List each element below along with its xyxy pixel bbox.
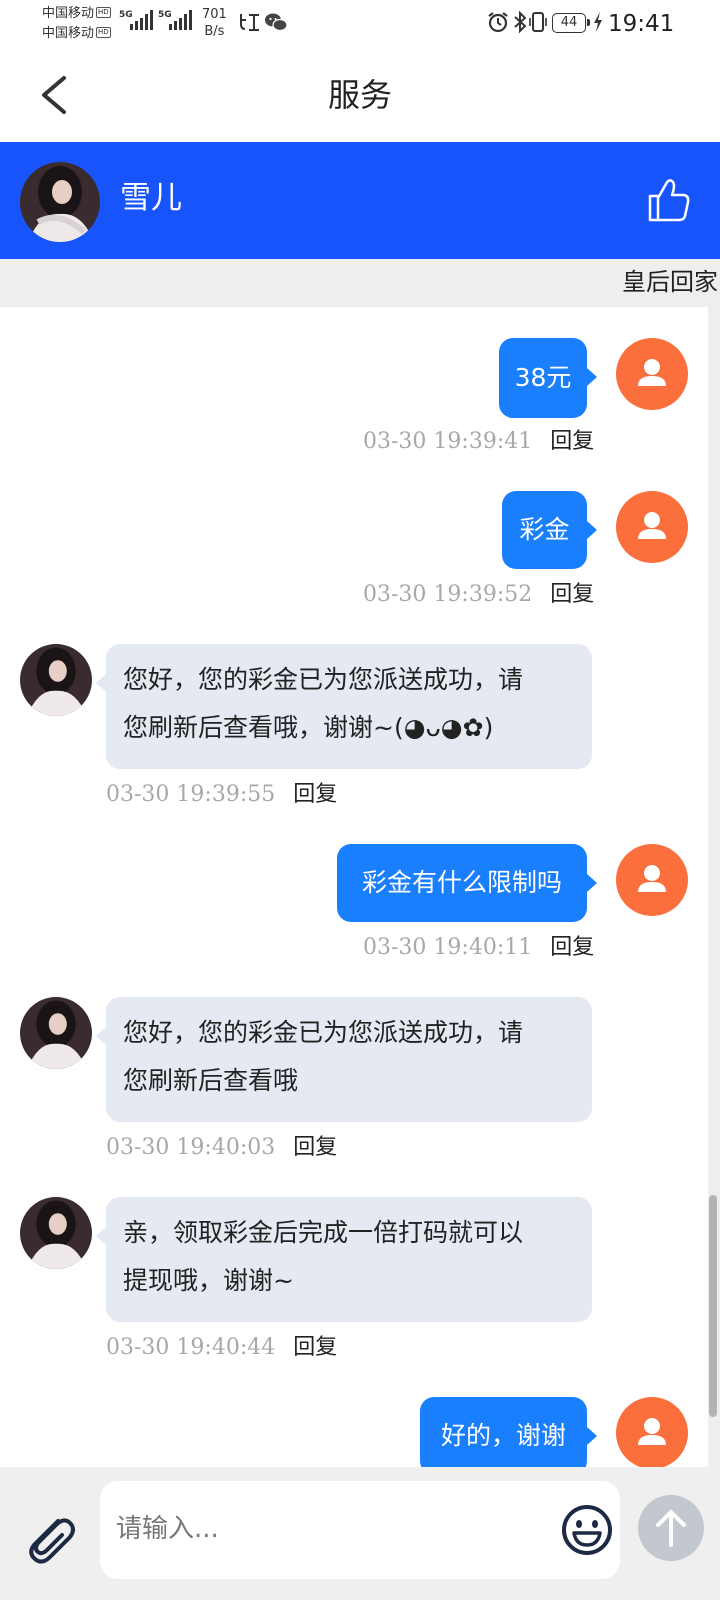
message-meta: 03-30 19:39:41 回复 bbox=[363, 427, 594, 457]
agent-avatar[interactable] bbox=[20, 644, 92, 716]
message-input[interactable] bbox=[116, 1505, 536, 1553]
message-meta: 03-30 19:39:55 回复 bbox=[106, 780, 337, 810]
reply-link[interactable]: 回复 bbox=[293, 782, 337, 807]
charging-icon bbox=[594, 12, 602, 32]
hd-badge: HD bbox=[96, 27, 111, 38]
page-title: 服务 bbox=[327, 76, 392, 114]
person-icon bbox=[638, 512, 666, 539]
arrow-up-icon bbox=[656, 1510, 686, 1547]
agent-name: 雪儿 bbox=[120, 180, 182, 216]
smiley-icon[interactable] bbox=[560, 1503, 614, 1557]
person-icon bbox=[638, 359, 666, 386]
agent-avatar[interactable] bbox=[20, 1197, 92, 1269]
agent-message-bubble[interactable]: 亲，领取彩金后完成一倍打码就可以 提现哦，谢谢~ bbox=[96, 1197, 592, 1322]
agent-message-bubble[interactable]: 您好，您的彩金已为您派送成功，请 您刷新后查看哦，谢谢~(◕ᴗ◕✿) bbox=[96, 644, 592, 769]
agent-avatar[interactable] bbox=[20, 162, 100, 242]
message-text-line: 您刷新后查看哦，谢谢~(◕ᴗ◕✿) bbox=[123, 713, 494, 742]
user-avatar[interactable] bbox=[616, 1397, 688, 1467]
carrier-2-label: 中国移动 bbox=[42, 26, 95, 41]
user-avatar[interactable] bbox=[616, 491, 688, 563]
message-text-line: 提现哦，谢谢~ bbox=[123, 1266, 294, 1295]
network-speed: 701 B/s bbox=[202, 6, 227, 40]
agent-header: 雪儿 bbox=[0, 142, 720, 259]
carrier-1-label: 中国移动 bbox=[42, 6, 95, 21]
agent-avatar[interactable] bbox=[20, 997, 92, 1069]
agent-message-bubble[interactable]: 您好，您的彩金已为您派送成功，请 您刷新后查看哦 bbox=[96, 997, 592, 1122]
message-meta: 03-30 19:39:52 回复 bbox=[363, 580, 594, 610]
message-text-line: 您好，您的彩金已为您派送成功，请 bbox=[123, 665, 524, 694]
paperclip-icon[interactable] bbox=[20, 1507, 80, 1567]
message-timestamp: 03-30 19:39:55 bbox=[106, 782, 276, 807]
network-type-label: 5G bbox=[158, 10, 172, 20]
status-time: 19:41 bbox=[608, 11, 675, 37]
my-message-bubble[interactable]: 好的，谢谢 bbox=[420, 1397, 597, 1467]
reply-link[interactable]: 回复 bbox=[550, 935, 594, 960]
person-icon bbox=[638, 865, 666, 892]
message-text-line: 您好，您的彩金已为您派送成功，请 bbox=[123, 1018, 524, 1047]
message-input-box[interactable] bbox=[100, 1481, 620, 1579]
carrier-info: 中国移动 HD 中国移动 HD bbox=[42, 4, 111, 44]
my-message-bubble[interactable]: 38元 bbox=[499, 338, 597, 418]
wechat-icon bbox=[265, 13, 288, 32]
announcement-text: 皇后回家 bbox=[622, 268, 718, 296]
speed-unit: B/s bbox=[204, 24, 225, 39]
bluetooth-icon bbox=[514, 10, 527, 34]
reply-link[interactable]: 回复 bbox=[293, 1335, 337, 1360]
speed-value: 701 bbox=[202, 7, 227, 22]
message-meta: 03-30 19:40:11 回复 bbox=[363, 933, 594, 963]
message-timestamp: 03-30 19:39:41 bbox=[363, 429, 533, 454]
listen-app-icon bbox=[240, 14, 259, 31]
alarm-icon bbox=[488, 12, 508, 33]
message-timestamp: 03-30 19:40:44 bbox=[106, 1335, 276, 1360]
nav-bar: 服务 bbox=[0, 48, 720, 142]
vibrate-icon bbox=[529, 12, 547, 32]
reply-link[interactable]: 回复 bbox=[550, 582, 594, 607]
status-bar: 中国移动 HD 中国移动 HD 5G 5G 701 B/s 44 19:41 bbox=[0, 0, 720, 48]
my-message-bubble[interactable]: 彩金 bbox=[502, 491, 597, 569]
message-meta: 03-30 19:40:44 回复 bbox=[106, 1333, 337, 1363]
message-timestamp: 03-30 19:40:11 bbox=[363, 935, 533, 960]
scrollbar-thumb[interactable] bbox=[709, 1195, 717, 1417]
hd-badge: HD bbox=[96, 7, 111, 18]
thumbs-up-icon[interactable] bbox=[646, 176, 692, 224]
battery-level: 44 bbox=[560, 15, 578, 30]
person-icon bbox=[638, 1418, 666, 1445]
battery-indicator: 44 bbox=[552, 13, 590, 33]
network-type-label: 5G bbox=[119, 10, 133, 20]
chat-area[interactable]: 38元 03-30 19:39:41 回复 彩金 03-30 19:39:52 回复… bbox=[0, 307, 708, 1467]
message-text-line: 您刷新后查看哦 bbox=[123, 1066, 299, 1095]
message-timestamp: 03-30 19:39:52 bbox=[363, 582, 533, 607]
reply-link[interactable]: 回复 bbox=[293, 1135, 337, 1160]
input-bar bbox=[0, 1467, 720, 1600]
my-message-bubble[interactable]: 彩金有什么限制吗 bbox=[337, 844, 597, 922]
message-text-line: 亲，领取彩金后完成一倍打码就可以 bbox=[123, 1218, 524, 1247]
message-timestamp: 03-30 19:40:03 bbox=[106, 1135, 276, 1160]
user-avatar[interactable] bbox=[616, 844, 688, 916]
user-avatar[interactable] bbox=[616, 338, 688, 410]
announcement-marquee: 皇后回家 bbox=[0, 259, 720, 307]
reply-link[interactable]: 回复 bbox=[550, 429, 594, 454]
message-meta: 03-30 19:40:03 回复 bbox=[106, 1133, 337, 1163]
send-button[interactable] bbox=[638, 1495, 704, 1561]
